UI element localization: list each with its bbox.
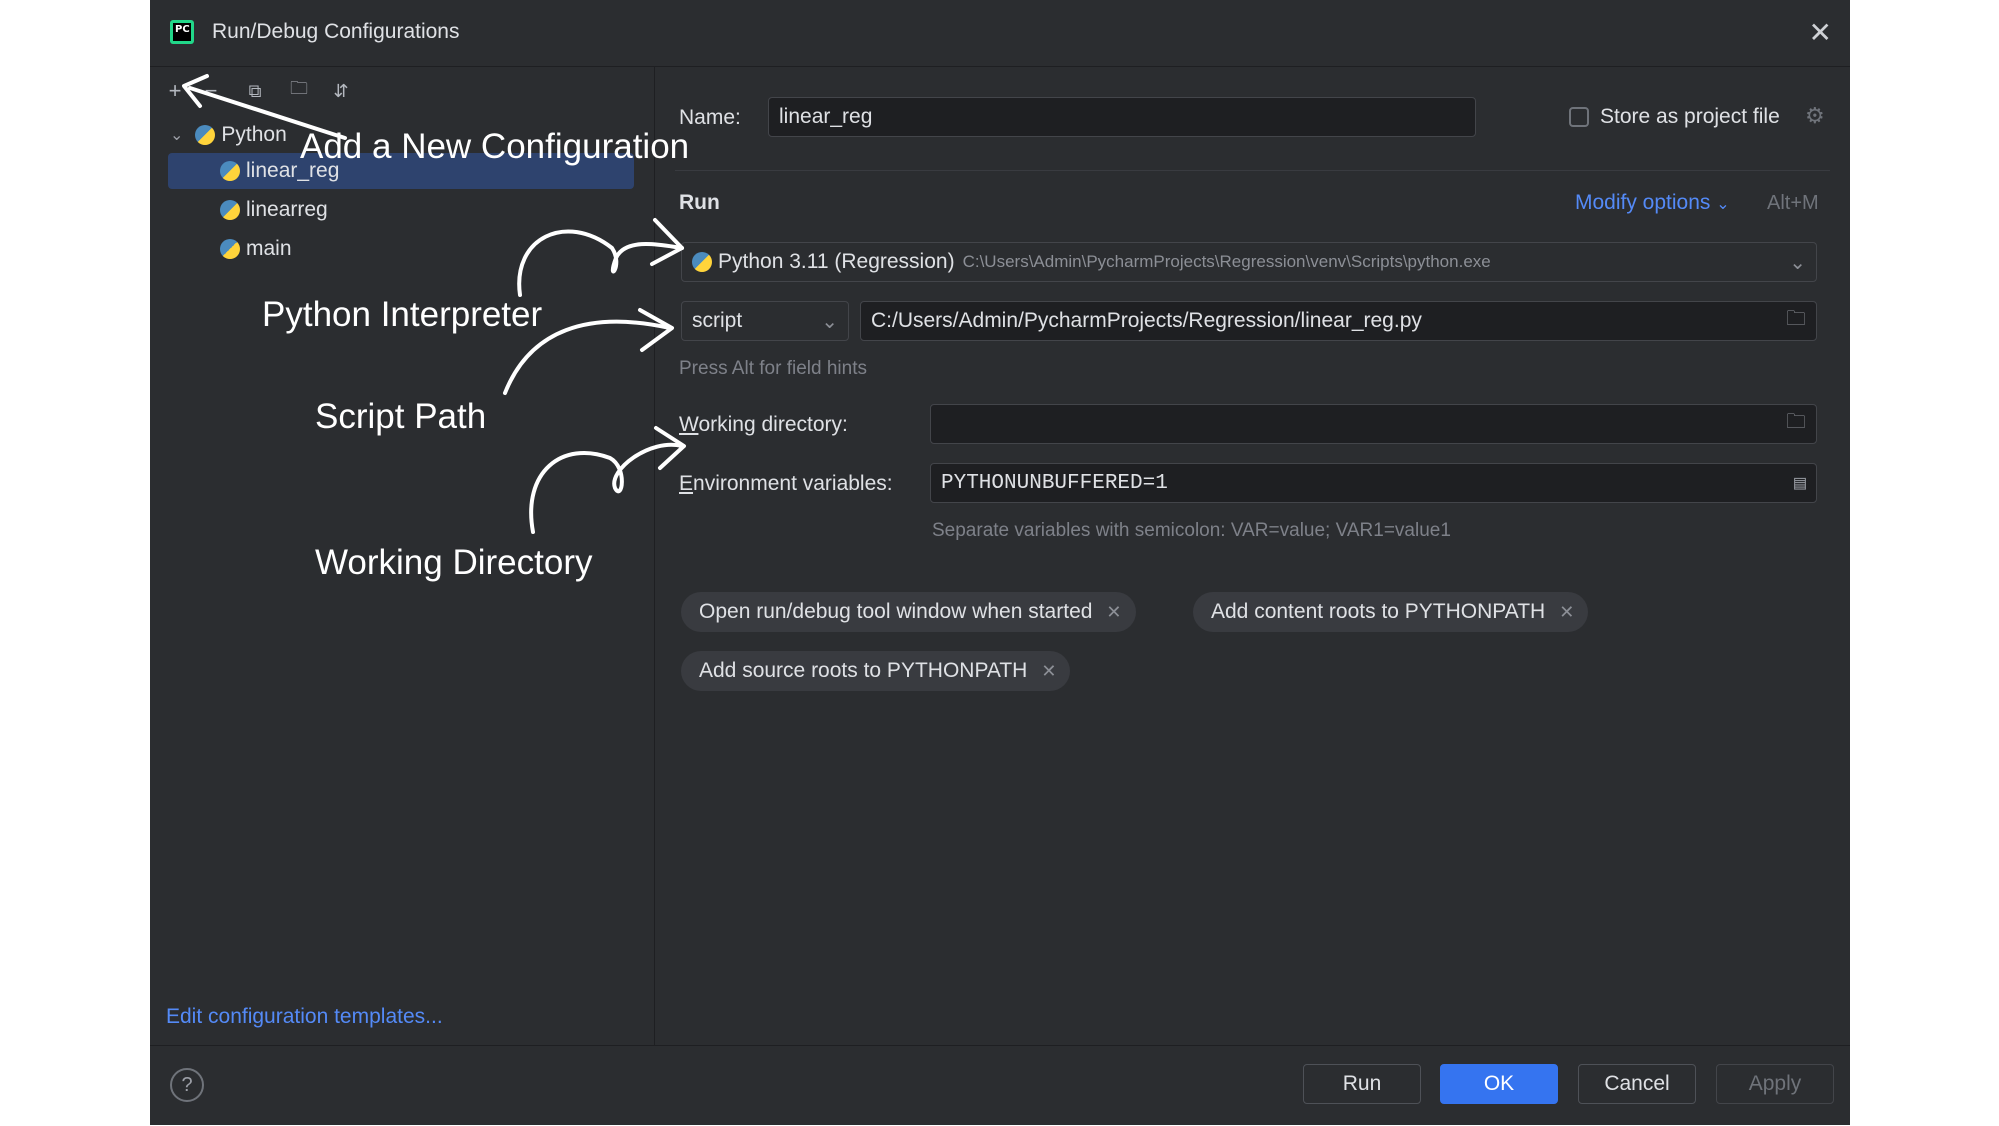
edit-templates-link[interactable]: Edit configuration templates...: [166, 1005, 443, 1029]
annotation-new-config: Add a New Configuration: [300, 127, 690, 166]
modify-shortcut: Alt+M: [1767, 192, 1819, 214]
store-project-checkbox[interactable]: [1569, 107, 1589, 127]
title-bar: PC Run/Debug Configurations ✕: [150, 0, 1850, 67]
script-path-field[interactable]: C:/Users/Admin/PycharmProjects/Regressio…: [860, 301, 1817, 341]
annotation-working-dir: Working Directory: [315, 543, 593, 582]
annotation-interpreter: Python Interpreter: [262, 295, 543, 334]
help-icon[interactable]: ?: [170, 1068, 204, 1102]
minus-icon[interactable]: −: [194, 73, 228, 109]
apply-button[interactable]: Apply: [1716, 1064, 1834, 1104]
modify-options-label: Modify options: [1575, 191, 1711, 214]
python-icon: [220, 239, 240, 259]
interpreter-name: Python 3.11 (Regression): [718, 250, 955, 273]
chevron-down-icon: ⌄: [1789, 251, 1806, 274]
option-tag-label: Open run/debug tool window when started: [699, 600, 1093, 623]
interpreter-select[interactable]: Python 3.11 (Regression) C:\Users\Admin\…: [681, 242, 1817, 282]
field-hint: Press Alt for field hints: [679, 358, 867, 379]
configuration-form: Name: linear_reg Store as project file ⚙…: [655, 67, 1850, 1045]
python-icon: [692, 252, 712, 272]
pycharm-app-icon: PC: [170, 20, 194, 44]
annotation-script-path: Script Path: [315, 397, 487, 436]
env-vars-hint: Separate variables with semicolon: VAR=v…: [932, 520, 1451, 541]
env-vars-value: PYTHONUNBUFFERED=1: [941, 471, 1168, 495]
option-tag-label: Add source roots to PYTHONPATH: [699, 659, 1028, 682]
close-icon[interactable]: ✕: [1106, 602, 1121, 623]
python-icon: [220, 161, 240, 181]
close-icon[interactable]: ✕: [1041, 661, 1056, 682]
python-icon: [220, 200, 240, 220]
working-dir-label: Working directory:: [679, 413, 848, 436]
tree-group-python[interactable]: ⌄ Python: [170, 117, 287, 153]
new-folder-icon[interactable]: 🗀: [282, 73, 316, 109]
script-path-value: C:/Users/Admin/PycharmProjects/Regressio…: [871, 309, 1422, 332]
gear-icon[interactable]: ⚙: [1805, 103, 1825, 129]
divider: [675, 170, 1830, 171]
close-icon[interactable]: ✕: [1809, 16, 1832, 49]
env-vars-label: Environment variables:: [679, 472, 893, 495]
name-field[interactable]: linear_reg: [768, 97, 1476, 137]
ok-button[interactable]: OK: [1440, 1064, 1558, 1104]
copy-icon[interactable]: ⧉: [238, 73, 272, 109]
option-tag-label: Add content roots to PYTHONPATH: [1211, 600, 1546, 623]
script-type-value: script: [692, 309, 743, 332]
close-icon[interactable]: ✕: [1559, 602, 1574, 623]
option-tag[interactable]: Add content roots to PYTHONPATH ✕: [1193, 592, 1589, 632]
python-icon: [195, 125, 216, 145]
tree-item-label: main: [246, 237, 292, 260]
tree-item-main[interactable]: main: [220, 231, 292, 267]
store-project-label: Store as project file: [1600, 105, 1780, 128]
tree-group-label: Python: [221, 123, 287, 146]
run-button[interactable]: Run: [1303, 1064, 1421, 1104]
working-dir-field[interactable]: 🗀: [930, 404, 1817, 444]
folder-icon[interactable]: 🗀: [1786, 407, 1806, 441]
env-vars-field[interactable]: PYTHONUNBUFFERED=1 ▤: [930, 463, 1817, 503]
chevron-down-icon: ⌄: [821, 310, 838, 333]
sort-icon[interactable]: ⇵: [324, 73, 358, 109]
chevron-down-icon: ⌄: [1716, 196, 1730, 213]
run-section-title: Run: [679, 191, 720, 214]
option-tag[interactable]: Open run/debug tool window when started …: [681, 592, 1136, 632]
dialog-footer: ? Run OK Cancel Apply: [150, 1045, 1850, 1126]
modify-options-link[interactable]: Modify options ⌄: [1575, 191, 1730, 215]
list-icon[interactable]: ▤: [1794, 470, 1806, 496]
tree-item-label: linearreg: [246, 198, 328, 221]
option-tag[interactable]: Add source roots to PYTHONPATH ✕: [681, 651, 1071, 691]
dialog-title: Run/Debug Configurations: [212, 20, 460, 43]
plus-icon[interactable]: +: [158, 73, 192, 109]
script-type-select[interactable]: script ⌄: [681, 301, 849, 341]
folder-icon[interactable]: 🗀: [1786, 304, 1806, 338]
chevron-down-icon[interactable]: ⌄: [170, 125, 183, 145]
tree-item-linearreg[interactable]: linearreg: [220, 192, 328, 228]
cancel-button[interactable]: Cancel: [1578, 1064, 1696, 1104]
interpreter-path: C:\Users\Admin\PycharmProjects\Regressio…: [962, 252, 1491, 271]
